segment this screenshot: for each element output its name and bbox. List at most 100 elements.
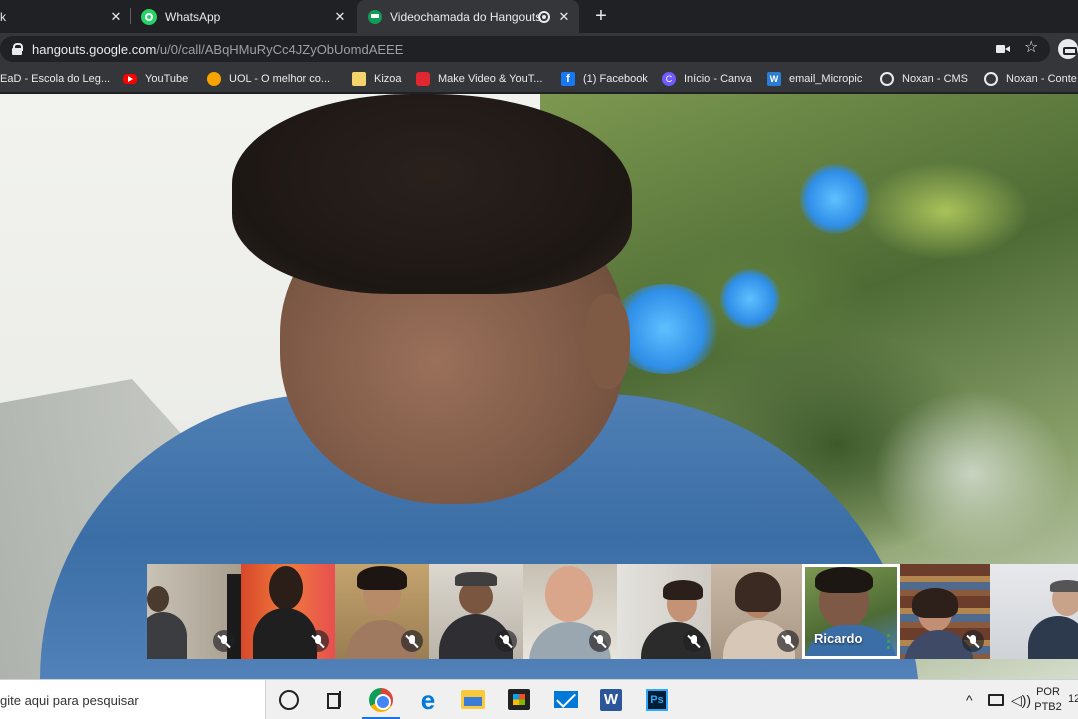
profile-avatar-icon[interactable] — [1058, 39, 1078, 59]
chrome-icon[interactable] — [369, 688, 393, 712]
whatsapp-icon — [141, 8, 157, 25]
bookmark-noxan-conte[interactable]: Noxan - Conte — [984, 65, 1077, 93]
recording-indicator-icon — [538, 11, 550, 23]
participant-hair — [357, 566, 407, 590]
participant-tile[interactable] — [617, 564, 711, 659]
tab-strip: k ✕ WhatsApp ✕ Videochamada do Hangouts … — [0, 0, 1078, 33]
hangouts-icon — [368, 9, 382, 24]
participant-body — [1028, 616, 1078, 659]
volume-icon[interactable]: ◁)) — [1011, 680, 1031, 719]
language-code: POR — [1036, 686, 1060, 698]
bookmark-facebook[interactable]: f (1) Facebook — [561, 65, 648, 93]
speaker-ear — [585, 294, 630, 389]
file-explorer-icon[interactable] — [461, 690, 485, 709]
bookmark-uol[interactable]: UOL - O melhor co... — [207, 65, 330, 93]
cortana-icon[interactable] — [279, 690, 299, 710]
edge-icon[interactable]: e — [416, 687, 440, 713]
make-video-icon — [416, 72, 430, 86]
participant-tile[interactable] — [241, 564, 335, 659]
uol-icon — [207, 72, 221, 86]
chevron-up-icon[interactable]: ^ — [966, 680, 973, 719]
bookmark-make-video[interactable]: Make Video & YouT... — [416, 65, 542, 93]
bookmark-label: email_Micropic — [789, 73, 863, 85]
video-light-spot — [800, 164, 870, 234]
close-icon[interactable]: ✕ — [332, 9, 348, 25]
participant-hair — [912, 588, 958, 618]
bookmark-noxan-cms[interactable]: Noxan - CMS — [880, 65, 968, 93]
bookmark-label: Kizoa — [374, 73, 402, 85]
tab-previous[interactable]: k ✕ — [0, 0, 128, 33]
bookmark-label: Noxan - CMS — [902, 73, 969, 85]
word-icon[interactable]: W — [600, 689, 622, 711]
photoshop-icon[interactable]: Ps — [646, 689, 668, 711]
new-tab-button[interactable]: + — [592, 6, 610, 26]
participant-tile-selected[interactable]: Ricardo — [802, 564, 900, 659]
keyboard-layout: PTB2 — [1034, 701, 1062, 713]
tab-hangouts-call[interactable]: Videochamada do Hangouts ✕ — [357, 0, 579, 33]
participant-tile[interactable] — [711, 564, 805, 659]
bookmark-label: Make Video & YouT... — [438, 73, 543, 85]
address-bar[interactable]: hangouts.google.com /u/0/call/ABqHMuRyCc… — [0, 36, 1050, 62]
store-icon[interactable] — [508, 689, 530, 710]
search-placeholder: gite aqui para pesquisar — [0, 692, 139, 708]
bookmark-youtube[interactable]: YouTube — [123, 65, 188, 93]
participant-head — [147, 586, 169, 612]
tab-title: k — [0, 9, 6, 24]
network-icon[interactable] — [988, 694, 1004, 706]
language-indicator[interactable]: POR PTB2 — [1034, 685, 1062, 715]
url-host: hangouts.google.com — [32, 41, 157, 57]
kizoa-icon — [352, 72, 366, 86]
participant-hair — [663, 580, 703, 600]
participant-tile[interactable] — [147, 564, 241, 659]
tab-separator — [130, 8, 131, 24]
participant-head — [545, 566, 593, 622]
camera-icon[interactable] — [996, 42, 1010, 56]
canva-icon: C — [662, 72, 676, 86]
task-view-icon[interactable] — [324, 688, 348, 712]
mic-off-icon — [307, 630, 329, 652]
participant-name: Ricardo — [814, 631, 863, 646]
bookmark-star-icon[interactable]: ☆ — [1024, 39, 1038, 56]
participant-head — [269, 566, 303, 610]
participant-tile[interactable] — [429, 564, 523, 659]
participant-tile[interactable] — [900, 564, 990, 659]
taskbar-search-box[interactable]: gite aqui para pesquisar — [0, 680, 266, 719]
bookmark-ead[interactable]: EaD - Escola do Leg... — [0, 65, 110, 93]
speaker-hair — [232, 94, 632, 294]
more-vertical-icon[interactable] — [887, 634, 891, 650]
close-icon[interactable]: ✕ — [556, 9, 572, 25]
clock[interactable]: 12 — [1068, 693, 1078, 705]
lock-icon[interactable] — [12, 43, 23, 55]
participant-tile[interactable] — [523, 564, 617, 659]
tab-title: WhatsApp — [165, 9, 221, 24]
participant-body — [147, 612, 187, 659]
participant-body — [253, 608, 317, 659]
participant-hair — [735, 572, 781, 612]
bookmark-kizoa[interactable]: Kizoa — [352, 65, 402, 93]
mail-icon[interactable] — [554, 691, 578, 708]
participant-tile[interactable] — [990, 564, 1078, 659]
screen: k ✕ WhatsApp ✕ Videochamada do Hangouts … — [0, 0, 1078, 719]
tab-whatsapp[interactable]: WhatsApp ✕ — [132, 0, 354, 33]
bookmark-email-micropic[interactable]: W email_Micropic — [767, 65, 862, 93]
mic-off-icon — [962, 630, 984, 652]
bookmark-label: (1) Facebook — [583, 73, 648, 85]
bookmark-canva[interactable]: C Início - Canva — [662, 65, 752, 93]
mic-off-icon — [213, 630, 235, 652]
word-doc-icon: W — [767, 72, 781, 86]
facebook-icon: f — [561, 72, 575, 86]
bookmark-label: UOL - O melhor co... — [229, 73, 331, 85]
bookmark-label: Noxan - Conte — [1006, 73, 1077, 85]
mic-off-icon — [495, 630, 517, 652]
url-path: /u/0/call/ABqHMuRyCc4JZyObUomdAEEE — [156, 41, 404, 57]
main-video-feed[interactable]: Ricardo — [0, 94, 1078, 679]
participant-tile[interactable] — [335, 564, 429, 659]
mic-off-icon — [401, 630, 423, 652]
participants-filmstrip: Ricardo — [147, 564, 1078, 659]
windows-taskbar: gite aqui para pesquisar e W Ps ^ ◁)) PO… — [0, 679, 1078, 719]
video-light-spot — [720, 269, 780, 329]
close-icon[interactable]: ✕ — [108, 9, 124, 25]
mic-off-icon — [777, 630, 799, 652]
participant-hair — [815, 567, 873, 593]
youtube-icon — [123, 74, 137, 84]
